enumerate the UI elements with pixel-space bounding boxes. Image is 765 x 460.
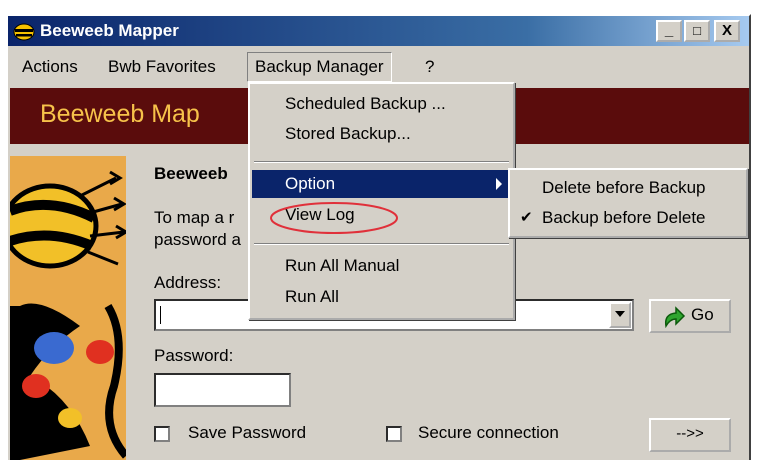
submenu-item-delete-before-backup[interactable]: Delete before Backup bbox=[510, 174, 746, 202]
green-arrow-icon bbox=[664, 306, 686, 328]
menu-item-option[interactable]: Option bbox=[252, 170, 511, 198]
menu-bwb-favorites[interactable]: Bwb Favorites bbox=[101, 52, 223, 82]
text-caret bbox=[160, 306, 161, 324]
title-bar[interactable]: Beeweeb Mapper _ □ X bbox=[8, 16, 749, 46]
address-dropdown-button[interactable] bbox=[609, 302, 631, 328]
instruction-line-2: password a bbox=[154, 230, 241, 249]
password-label: Password: bbox=[154, 346, 234, 365]
menu-item-run-all[interactable]: Run All bbox=[250, 283, 513, 311]
secure-connection-label: Secure connection bbox=[418, 423, 559, 442]
banner-title: Beeweeb Map bbox=[40, 100, 200, 128]
submenu-item-backup-before-delete[interactable]: Backup before Delete bbox=[510, 204, 746, 232]
menu-help[interactable]: ? bbox=[418, 52, 441, 82]
menu-item-option-label: Option bbox=[285, 174, 336, 193]
backup-manager-menu: Scheduled Backup ... Stored Backup... Op… bbox=[248, 82, 515, 320]
window-title: Beeweeb Mapper bbox=[40, 21, 179, 40]
menu-actions[interactable]: Actions bbox=[15, 52, 85, 82]
bee-app-icon bbox=[13, 23, 35, 41]
red-annotation-ellipse bbox=[270, 202, 398, 234]
password-input[interactable] bbox=[154, 373, 291, 407]
save-password-checkbox[interactable] bbox=[154, 426, 170, 442]
option-submenu: Delete before Backup ✔ Backup before Del… bbox=[508, 168, 748, 238]
go-button[interactable]: Go bbox=[649, 299, 731, 333]
instruction-line-1: To map a r bbox=[154, 208, 235, 227]
content-heading: Beeweeb bbox=[154, 164, 228, 183]
next-button[interactable]: -->> bbox=[649, 418, 731, 452]
save-password-label: Save Password bbox=[188, 423, 307, 442]
menu-separator bbox=[254, 243, 509, 245]
menu-bar: Actions Bwb Favorites Backup Manager ? bbox=[8, 52, 749, 82]
submenu-arrow-icon bbox=[496, 178, 502, 190]
close-button[interactable]: X bbox=[714, 20, 740, 42]
secure-connection-checkbox[interactable] bbox=[386, 426, 402, 442]
maximize-button[interactable]: □ bbox=[684, 20, 710, 42]
chevron-down-icon bbox=[615, 311, 625, 317]
app-window: Beeweeb Mapper _ □ X Actions Bwb Favorit… bbox=[6, 14, 751, 460]
menu-item-scheduled-backup[interactable]: Scheduled Backup ... bbox=[250, 90, 513, 118]
menu-item-run-all-manual[interactable]: Run All Manual bbox=[250, 252, 513, 280]
menu-backup-manager[interactable]: Backup Manager bbox=[247, 52, 392, 82]
address-label: Address: bbox=[154, 273, 222, 292]
menu-item-stored-backup[interactable]: Stored Backup... bbox=[250, 120, 513, 148]
bee-logo-artwork bbox=[10, 156, 126, 460]
menu-separator bbox=[254, 161, 509, 163]
minimize-button[interactable]: _ bbox=[656, 20, 682, 42]
go-label: Go bbox=[691, 305, 714, 324]
